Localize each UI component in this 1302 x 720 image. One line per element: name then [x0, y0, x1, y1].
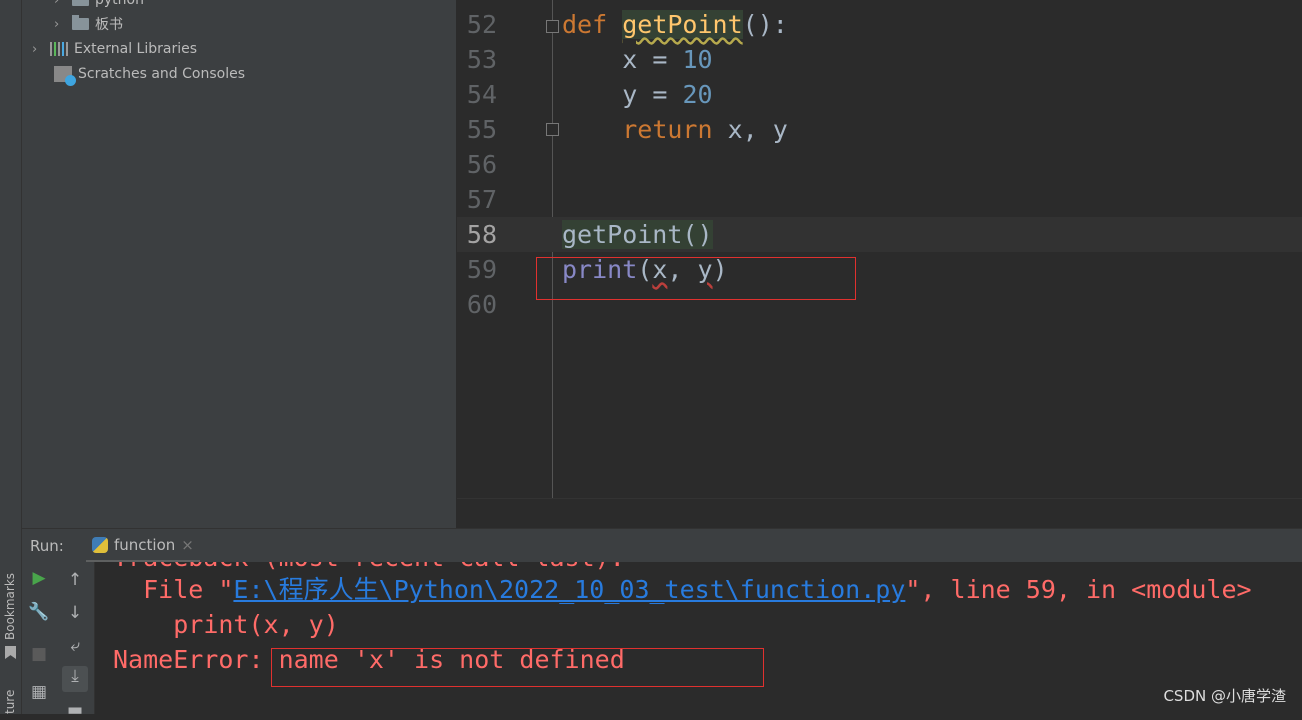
structure-tab[interactable]: ture — [3, 690, 17, 714]
highlight-box — [271, 648, 764, 687]
tree-item-banshu[interactable]: › 板书 — [54, 12, 123, 36]
rerun-icon[interactable]: ▶ — [26, 568, 52, 588]
fold-icon[interactable] — [546, 20, 559, 33]
console-output[interactable]: Traceback (most recent call last): File … — [95, 562, 1302, 714]
console-line: File "E:\程序人生\Python\2022_10_03_test\fun… — [143, 575, 1252, 604]
highlight-box — [536, 257, 856, 300]
chevron-right-icon: › — [32, 41, 38, 57]
arrow-up-icon[interactable]: ↑ — [62, 570, 88, 590]
tree-item-label: python — [95, 0, 144, 8]
folder-icon — [72, 0, 89, 6]
tree-item-python[interactable]: › python — [54, 0, 144, 12]
print-icon[interactable]: ▬ — [62, 700, 88, 720]
run-label: Run: — [30, 537, 64, 555]
wrench-icon[interactable]: 🔧 — [26, 602, 52, 622]
soft-wrap-icon[interactable]: ⤶ — [62, 636, 88, 656]
code-line: 54 y = 20 — [466, 80, 713, 109]
code-line: 55 return x, y — [466, 115, 788, 144]
code-line-current: 58 getPoint() — [457, 217, 1302, 252]
run-toolbar: Run: function × — [22, 528, 1302, 563]
code-line: 56 — [466, 150, 497, 179]
console-line: print(x, y) — [173, 610, 339, 639]
code-line: 57 — [466, 185, 497, 214]
run-tab-label: function — [114, 535, 176, 554]
tree-item-label: Scratches and Consoles — [78, 66, 245, 82]
tree-item-external-libraries[interactable]: › External Libraries — [32, 37, 197, 61]
scratches-icon — [54, 66, 76, 86]
project-tree: › python › 板书 › External Libraries Scratche… — [22, 0, 456, 528]
watermark: CSDN @小唐学渣 — [1163, 687, 1286, 705]
tree-item-label: External Libraries — [74, 41, 197, 57]
arrow-down-icon[interactable]: ↓ — [62, 603, 88, 623]
chevron-right-icon: › — [54, 0, 60, 8]
run-tab-function[interactable]: function × — [86, 529, 200, 563]
editor-bottom-area — [457, 498, 1302, 528]
stop-icon[interactable]: ■ — [26, 644, 52, 664]
console-toolbar: ↑ ↓ ⤶ ⤓ ▬ — [55, 562, 95, 720]
code-editor[interactable]: 52 def getPoint(): 53 x = 10 54 y = 20 55… — [457, 0, 1302, 528]
code-line: 53 x = 10 — [466, 45, 713, 74]
close-icon[interactable]: × — [181, 536, 194, 554]
tree-item-scratches[interactable]: Scratches and Consoles — [54, 62, 245, 86]
left-tool-strip: Bookmarks ture — [0, 0, 22, 714]
run-side-toolbar: ▶ 🔧 ■ ▦ — [22, 562, 55, 714]
python-icon — [92, 536, 108, 553]
layout-icon[interactable]: ▦ — [26, 682, 52, 702]
fold-icon[interactable] — [546, 123, 559, 136]
code-line: 52 def getPoint(): — [466, 10, 788, 39]
tree-item-label: 板书 — [95, 17, 123, 33]
libraries-icon — [50, 42, 68, 56]
bookmarks-tab[interactable]: Bookmarks — [3, 573, 17, 640]
file-link[interactable]: E:\程序人生\Python\2022_10_03_test\function.… — [233, 575, 905, 604]
scroll-to-end-icon[interactable]: ⤓ — [62, 666, 88, 692]
bookmark-icon — [5, 646, 16, 659]
chevron-right-icon: › — [54, 16, 60, 32]
folder-icon — [72, 15, 89, 30]
